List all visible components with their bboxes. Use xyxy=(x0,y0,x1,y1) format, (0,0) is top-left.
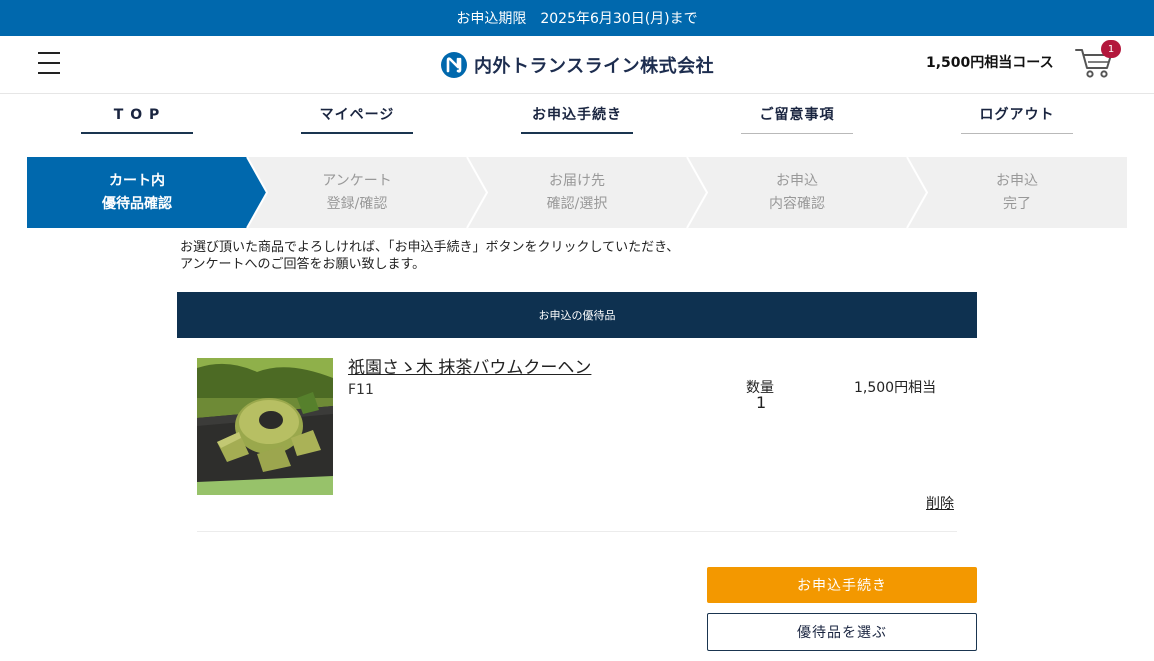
step-line1: お申込 xyxy=(996,172,1038,189)
deadline-bar: お申込期限 2025年6月30日(月)まで xyxy=(0,0,1154,36)
choose-gift-button[interactable]: 優待品を選ぶ xyxy=(707,613,977,651)
panel-title: お申込の優待品 xyxy=(538,309,616,322)
nav-item-top[interactable]: T O P xyxy=(81,104,193,134)
course-label: 1,500円相当コース xyxy=(926,55,1054,71)
step-line1: アンケート xyxy=(322,172,392,189)
quantity-value: 1 xyxy=(756,393,767,412)
product-image[interactable] xyxy=(197,358,333,495)
nav-item-mypage[interactable]: マイページ xyxy=(301,104,413,134)
intro-text: お選び頂いた商品でよろしければ、「お申込手続き」ボタンをクリックしていただき、 … xyxy=(180,239,679,273)
intro-line1: お選び頂いた商品でよろしければ、「お申込手続き」ボタンをクリックしていただき、 xyxy=(180,240,680,255)
progress-steps: カート内 優待品確認 アンケート 登録/確認 お届け先 確認/選択 お申込 内容… xyxy=(27,157,1127,228)
product-code: F11 xyxy=(348,382,374,398)
step-line1: カート内 xyxy=(109,172,165,189)
nav-item-logout[interactable]: ログアウト xyxy=(961,104,1073,134)
delete-link[interactable]: 削除 xyxy=(926,493,954,513)
step-line2: 内容確認 xyxy=(769,195,825,212)
intro-line2: アンケートへのご回答をお願い致します。 xyxy=(180,257,426,272)
main-nav: T O P マイページ お申込手続き ご留意事項 ログアウト xyxy=(0,94,1154,156)
row-divider xyxy=(197,531,957,532)
nav-item-notes[interactable]: ご留意事項 xyxy=(741,104,853,134)
company-logo[interactable]: 内外トランスライン株式会社 xyxy=(440,50,714,80)
product-price: 1,500円相当 xyxy=(854,380,937,396)
step-survey: アンケート 登録/確認 xyxy=(247,157,467,228)
menu-icon[interactable] xyxy=(38,52,60,74)
logo-mark-icon xyxy=(441,52,467,78)
step-line1: お申込 xyxy=(776,172,818,189)
step-delivery: お届け先 確認/選択 xyxy=(467,157,687,228)
step-line2: 登録/確認 xyxy=(326,195,388,212)
cart-count-badge: 1 xyxy=(1101,40,1121,58)
step-line1: お届け先 xyxy=(549,172,605,189)
step-line2: 優待品確認 xyxy=(102,195,172,212)
deadline-text: お申込期限 2025年6月30日(月)まで xyxy=(456,11,698,27)
company-name: 内外トランスライン株式会社 xyxy=(474,56,715,77)
step-line2: 確認/選択 xyxy=(546,195,608,212)
product-name-link[interactable]: 祇園さゝ木 抹茶バウムクーヘン xyxy=(348,353,591,378)
nav-item-application[interactable]: お申込手続き xyxy=(521,104,633,134)
proceed-button[interactable]: お申込手続き xyxy=(707,567,977,603)
step-review: お申込 内容確認 xyxy=(687,157,907,228)
step-cart-confirm: カート内 優待品確認 xyxy=(27,157,247,228)
site-header: 内外トランスライン株式会社 1,500円相当コース 1 xyxy=(0,36,1154,94)
step-line2: 完了 xyxy=(1003,195,1031,212)
panel-header: お申込の優待品 xyxy=(177,292,977,338)
step-complete: お申込 完了 xyxy=(907,157,1127,228)
